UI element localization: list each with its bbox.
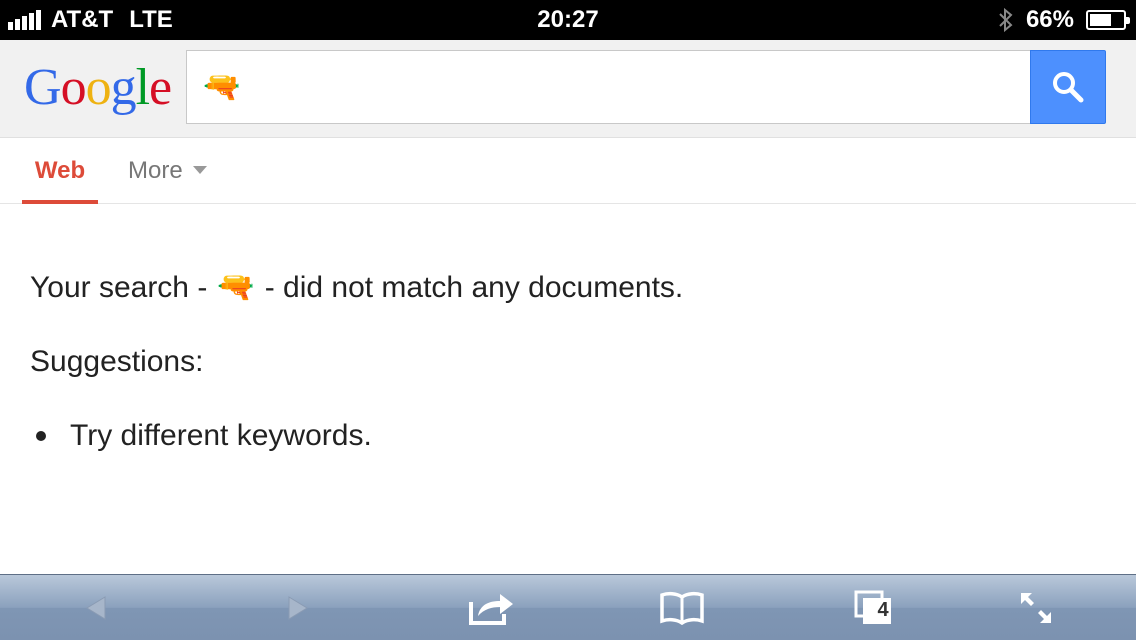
- no-match-message: Your search - 🔫 - did not match any docu…: [30, 270, 683, 306]
- search-button[interactable]: [1030, 50, 1106, 124]
- search-tabs: Web More: [0, 138, 1136, 204]
- suggestions-heading: Suggestions:: [30, 345, 204, 378]
- logo-letter: l: [135, 59, 150, 116]
- forward-arrow-icon: [288, 596, 308, 620]
- book-icon: [660, 591, 704, 625]
- logo-letter: o: [85, 59, 112, 116]
- battery-icon: [1086, 10, 1130, 30]
- fullscreen-icon: [1021, 593, 1051, 623]
- google-logo[interactable]: Google: [24, 58, 172, 118]
- search-icon: [1053, 72, 1084, 103]
- search-input[interactable]: 🔫: [186, 50, 1032, 124]
- share-icon: [469, 594, 513, 625]
- chevron-down-icon: [192, 166, 207, 174]
- back-button[interactable]: [56, 575, 136, 640]
- fullscreen-button[interactable]: [996, 575, 1076, 640]
- battery-percent: 66%: [1025, 6, 1074, 33]
- tab-more[interactable]: More: [128, 138, 207, 204]
- tab-count: 4: [877, 599, 889, 621]
- tabs-button[interactable]: 4: [834, 575, 914, 640]
- tab-web[interactable]: Web: [22, 138, 98, 204]
- no-match-prefix: Your search -: [30, 271, 208, 304]
- search-header: Google 🔫: [0, 40, 1136, 138]
- no-match-suffix: - did not match any documents.: [264, 271, 684, 304]
- logo-letter: g: [110, 59, 137, 116]
- status-time: 20:27: [537, 6, 599, 33]
- status-right: 66%: [998, 6, 1130, 34]
- logo-letter: e: [149, 59, 172, 116]
- suggestion-item: Try different keywords.: [30, 418, 372, 454]
- no-match-query: 🔫: [217, 271, 255, 304]
- bullet-icon: [36, 431, 46, 441]
- forward-button[interactable]: [258, 575, 338, 640]
- search-query: 🔫: [203, 70, 241, 104]
- share-button[interactable]: [452, 575, 532, 640]
- status-bar: AT&T LTE 20:27 66%: [0, 0, 1136, 40]
- tab-more-label: More: [128, 157, 183, 184]
- logo-letter: o: [60, 59, 87, 116]
- battery-fill: [1090, 14, 1112, 26]
- back-arrow-icon: [86, 596, 106, 620]
- bookmarks-button[interactable]: [642, 575, 722, 640]
- browser-toolbar: 4: [0, 574, 1136, 640]
- bluetooth-icon: [999, 7, 1013, 33]
- suggestion-text: Try different keywords.: [70, 419, 372, 452]
- logo-letter: G: [24, 59, 62, 116]
